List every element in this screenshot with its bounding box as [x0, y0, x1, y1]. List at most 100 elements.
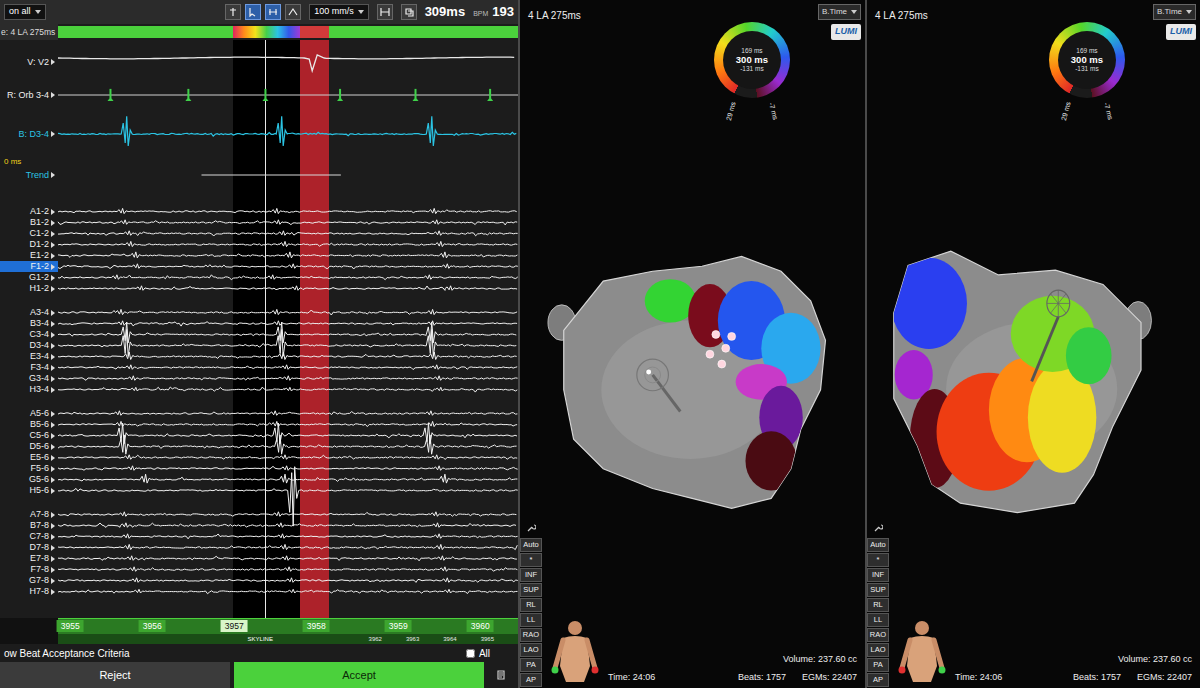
map-mode-dropdown[interactable]: B.Time — [818, 4, 861, 20]
electrode-row[interactable]: F5-6 — [0, 463, 518, 474]
channel-label[interactable]: F7-8 — [0, 564, 58, 575]
electrode-row[interactable]: E5-6 — [0, 452, 518, 463]
beat-overview-strip[interactable]: SKYLINE3962396339643965 — [58, 634, 518, 644]
channel-label[interactable]: C3-4 — [0, 329, 58, 340]
view-button[interactable]: SUP — [867, 583, 889, 597]
view-button[interactable]: * — [520, 553, 542, 567]
view-button[interactable]: Auto — [867, 538, 889, 552]
channel-label[interactable]: G1-2 — [0, 272, 58, 283]
beat-number[interactable]: 3958 — [303, 620, 330, 632]
electrode-row[interactable]: B5-6 — [0, 419, 518, 430]
view-button[interactable]: LAO — [520, 643, 542, 657]
electrode-row[interactable]: A1-2 — [0, 206, 518, 217]
channel-label[interactable]: E3-4 — [0, 351, 58, 362]
tool-button[interactable] — [867, 523, 889, 533]
color-wheel-ring[interactable]: 169 ms300 ms-131 ms — [714, 22, 790, 98]
channel-label[interactable]: A1-2 — [0, 206, 58, 217]
beat-number[interactable]: 3959 — [385, 620, 412, 632]
view-button[interactable]: INF — [520, 568, 542, 582]
electrode-row[interactable]: H7-8 — [0, 586, 518, 597]
tool-button[interactable] — [520, 523, 542, 533]
electrode-row[interactable]: E3-4 — [0, 351, 518, 362]
channel-label[interactable]: V: V2 — [0, 46, 58, 78]
color-wheel-ring[interactable]: 169 ms300 ms-131 ms — [1049, 22, 1125, 98]
notes-button[interactable] — [496, 662, 506, 688]
view-button[interactable]: AP — [520, 673, 542, 687]
channel-label[interactable]: D7-8 — [0, 542, 58, 553]
wheel-right-handle-value[interactable]: -7 ms — [1101, 101, 1116, 121]
electrode-row[interactable]: G3-4 — [0, 373, 518, 384]
electrode-row[interactable]: F3-4 — [0, 362, 518, 373]
electrode-row[interactable]: H5-6 — [0, 485, 518, 496]
scale-button[interactable] — [285, 4, 301, 20]
channel-label[interactable]: H3-4 — [0, 384, 58, 395]
pin-button[interactable] — [225, 4, 241, 20]
beat-number[interactable]: 3960 — [467, 620, 494, 632]
trend-row[interactable]: Trend — [0, 166, 518, 184]
view-button[interactable]: LL — [867, 613, 889, 627]
channel-label[interactable]: C1-2 — [0, 228, 58, 239]
electrode-row[interactable]: B7-8 — [0, 520, 518, 531]
sweep-button[interactable] — [245, 4, 261, 20]
channel-label[interactable]: F1-2 — [0, 261, 58, 272]
channel-label[interactable]: B: D3-4 — [0, 112, 58, 156]
view-button[interactable]: LL — [520, 613, 542, 627]
view-button[interactable]: RAO — [520, 628, 542, 642]
view-button[interactable]: RL — [520, 598, 542, 612]
electrode-row[interactable]: F7-8 — [0, 564, 518, 575]
channel-label[interactable]: R: Orb 3-4 — [0, 78, 58, 112]
electrode-row[interactable]: H3-4 — [0, 384, 518, 395]
map-panel[interactable]: 4 LA 275ms169 ms300 ms-131 ms29 ms-7 msB… — [865, 0, 1200, 688]
electrode-row[interactable]: D1-2 — [0, 239, 518, 250]
view-button[interactable]: SUP — [520, 583, 542, 597]
window-bar[interactable] — [58, 26, 518, 38]
electrode-row[interactable]: D7-8 — [0, 542, 518, 553]
channel-label[interactable]: Trend — [0, 166, 58, 184]
channel-label[interactable]: D3-4 — [0, 340, 58, 351]
map-canvas[interactable] — [542, 126, 865, 614]
view-button[interactable]: INF — [867, 568, 889, 582]
channel-label[interactable]: B5-6 — [0, 419, 58, 430]
view-button[interactable]: LAO — [867, 643, 889, 657]
accept-button[interactable]: Accept — [234, 662, 484, 688]
channel-label[interactable]: D1-2 — [0, 239, 58, 250]
electrode-row[interactable]: D5-6 — [0, 441, 518, 452]
channel-label[interactable]: H1-2 — [0, 283, 58, 294]
channel-filter-dropdown[interactable]: on all — [4, 4, 46, 20]
channel-label[interactable]: B1-2 — [0, 217, 58, 228]
map-panel[interactable]: 4 LA 275ms169 ms300 ms-131 ms29 ms-7 msB… — [518, 0, 865, 688]
channel-label[interactable]: C5-6 — [0, 430, 58, 441]
electrode-row[interactable]: B1-2 — [0, 217, 518, 228]
view-button[interactable]: PA — [520, 658, 542, 672]
map-canvas[interactable] — [889, 126, 1200, 614]
channel-label[interactable]: E7-8 — [0, 553, 58, 564]
wheel-right-handle-value[interactable]: -7 ms — [766, 101, 781, 121]
view-button[interactable]: RAO — [867, 628, 889, 642]
channel-label[interactable]: F3-4 — [0, 362, 58, 373]
channel-label[interactable]: A3-4 — [0, 307, 58, 318]
channel-label[interactable]: D5-6 — [0, 441, 58, 452]
surface-channel-row[interactable]: V: V2 — [0, 46, 518, 78]
electrode-row[interactable]: G1-2 — [0, 272, 518, 283]
map-mode-dropdown[interactable]: B.Time — [1153, 4, 1196, 20]
electrode-row[interactable]: C1-2 — [0, 228, 518, 239]
electrode-row[interactable]: A3-4 — [0, 307, 518, 318]
channel-label[interactable]: E1-2 — [0, 250, 58, 261]
beat-number[interactable]: 3956 — [139, 620, 166, 632]
electrode-row[interactable]: A5-6 — [0, 408, 518, 419]
channel-label[interactable]: B7-8 — [0, 520, 58, 531]
surface-channel-row[interactable]: B: D3-4 — [0, 112, 518, 156]
anatomy-map[interactable] — [889, 126, 1200, 614]
electrode-row[interactable]: F1-2 — [0, 261, 518, 272]
electrode-row[interactable]: A7-8 — [0, 509, 518, 520]
surface-channel-row[interactable]: R: Orb 3-4 — [0, 78, 518, 112]
electrode-row[interactable]: C5-6 — [0, 430, 518, 441]
anatomy-map[interactable] — [542, 126, 865, 614]
wheel-left-handle-value[interactable]: 29 ms — [724, 101, 739, 122]
copy-button[interactable] — [401, 4, 417, 20]
view-button[interactable]: Auto — [520, 538, 542, 552]
channel-label[interactable]: A5-6 — [0, 408, 58, 419]
wheel-left-handle-value[interactable]: 29 ms — [1059, 101, 1074, 122]
channel-label[interactable]: G3-4 — [0, 373, 58, 384]
electrode-row[interactable]: G7-8 — [0, 575, 518, 586]
